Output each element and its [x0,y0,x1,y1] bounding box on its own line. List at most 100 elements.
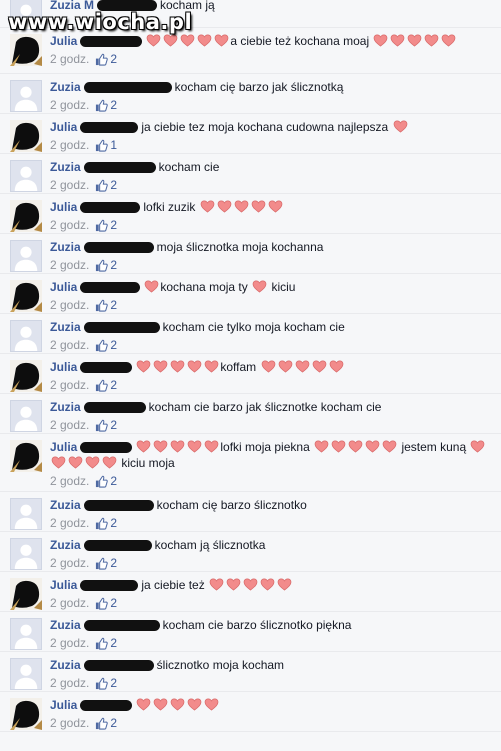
default-avatar[interactable] [10,538,42,570]
name-redaction [83,82,172,94]
name-redaction [80,700,133,712]
default-avatar[interactable] [10,498,42,530]
default-avatar[interactable] [10,400,42,432]
comment-author[interactable]: Zuzia [50,498,81,512]
heart-emoji-icon [187,360,202,373]
comment-line: Zuzia kocham cie barzo jak ślicznotke koc… [50,399,491,415]
redacted-avatar[interactable] [10,698,42,730]
name-redaction [80,580,139,592]
comment: Zuzia moja ślicznotka moja kochanna 2 god… [0,234,501,274]
comment-author[interactable]: Julia [50,360,77,374]
like-count[interactable]: 2 [95,675,117,691]
default-avatar[interactable] [10,160,42,192]
comment-author[interactable]: Zuzia [50,658,81,672]
comment-timestamp[interactable]: 2 godz. [50,257,89,273]
comment-author[interactable]: Julia [50,440,77,454]
like-count-number: 1 [110,138,118,152]
comment-author[interactable]: Julia [50,120,77,134]
default-avatar[interactable] [10,618,42,650]
like-count[interactable]: 2 [95,715,117,731]
comment-meta: 2 godz. 2 [50,51,491,67]
like-count[interactable]: 2 [95,473,117,489]
redacted-avatar[interactable] [10,360,42,392]
comment-timestamp[interactable]: 2 godz. [50,337,89,353]
comment-text: lofki moja piekna [220,440,310,454]
thumbs-up-icon [96,299,109,312]
comment-author[interactable]: Julia [50,200,77,214]
comment-body: Julia a ciebie też kochana moaj 2 godz. 2 [50,33,491,67]
comment-timestamp[interactable]: 2 godz. [50,675,89,691]
like-count[interactable]: 2 [95,217,117,233]
comment: Julia ja ciebie tez moja kochana cudowna … [0,114,501,154]
redacted-avatar[interactable] [10,200,42,232]
comment-timestamp[interactable]: 2 godz. [50,595,89,611]
heart-emoji-icon [170,440,185,453]
comment-author[interactable]: Zuzia [50,160,81,174]
name-redaction [80,202,141,214]
comment-author[interactable]: Zuzia [50,538,81,552]
heart-emoji-icon [170,360,185,373]
like-count-number: 2 [110,474,118,488]
comment-body: Zuzia kocham cie 2 godz. 2 [50,159,491,193]
heart-emoji-icon [204,360,219,373]
comment-text: lofki zuzik [143,200,196,214]
comment-body: Zuzia kocham ją ślicznotka 2 godz. 2 [50,537,491,571]
default-avatar[interactable] [10,80,42,112]
like-count[interactable]: 2 [95,97,117,113]
comment-timestamp[interactable]: 2 godz. [50,515,89,531]
comment-line: Zuzia kocham cię barzo jak ślicznotką [50,79,491,95]
default-avatar[interactable] [10,658,42,690]
heart-emoji-icon [408,34,422,47]
name-redaction [83,540,152,552]
heart-emoji-icon [153,360,168,373]
like-count[interactable]: 2 [95,515,117,531]
redacted-avatar[interactable] [10,34,42,66]
scribble-redaction-icon [10,36,42,66]
comment-author[interactable]: Julia [50,280,77,294]
comment-timestamp[interactable]: 2 godz. [50,635,89,651]
comment-author[interactable]: Julia [50,698,77,712]
comment-author[interactable]: Zuzia [50,618,81,632]
heart-emoji-icon [268,200,283,213]
comment-author[interactable]: Zuzia [50,240,81,254]
comment-timestamp[interactable]: 2 godz. [50,97,89,113]
comment-timestamp[interactable]: 2 godz. [50,137,89,153]
like-count[interactable]: 2 [95,377,117,393]
comment-timestamp[interactable]: 2 godz. [50,51,89,67]
like-count[interactable]: 2 [95,417,117,433]
like-count[interactable]: 2 [95,257,117,273]
like-count[interactable]: 2 [95,297,117,313]
comment-timestamp[interactable]: 2 godz. [50,715,89,731]
scribble-redaction-icon [10,122,42,152]
comment-body: Zuzia kocham cie tylko moja kocham cie 2 … [50,319,491,353]
like-count[interactable]: 2 [95,555,117,571]
redacted-avatar[interactable] [10,120,42,152]
comment-author[interactable]: Julia [50,34,77,48]
comment-text: kochana moaj [294,34,370,48]
like-count[interactable]: 2 [95,51,117,67]
comment-timestamp[interactable]: 2 godz. [50,555,89,571]
redacted-avatar[interactable] [10,440,42,472]
comment-timestamp[interactable]: 2 godz. [50,297,89,313]
comment-timestamp[interactable]: 2 godz. [50,417,89,433]
comment-timestamp[interactable]: 2 godz. [50,473,89,489]
comment-author[interactable]: Zuzia [50,80,81,94]
like-count[interactable]: 2 [95,635,117,651]
like-count[interactable]: 2 [95,177,117,193]
like-count[interactable]: 2 [95,595,117,611]
comment-meta: 2 godz. 2 [50,595,491,611]
redacted-avatar[interactable] [10,280,42,312]
like-count[interactable]: 1 [95,137,117,153]
comment-author[interactable]: Zuzia [50,400,81,414]
default-avatar[interactable] [10,240,42,272]
like-count[interactable]: 2 [95,337,117,353]
comment-timestamp[interactable]: 2 godz. [50,217,89,233]
comment-author[interactable]: Zuzia [50,320,81,334]
comment-author[interactable]: Julia [50,578,77,592]
comment-meta: 2 godz. 2 [50,217,491,233]
default-avatar[interactable] [10,320,42,352]
redacted-avatar[interactable] [10,578,42,610]
heart-emoji-icon [102,456,117,469]
comment-timestamp[interactable]: 2 godz. [50,377,89,393]
comment-timestamp[interactable]: 2 godz. [50,177,89,193]
